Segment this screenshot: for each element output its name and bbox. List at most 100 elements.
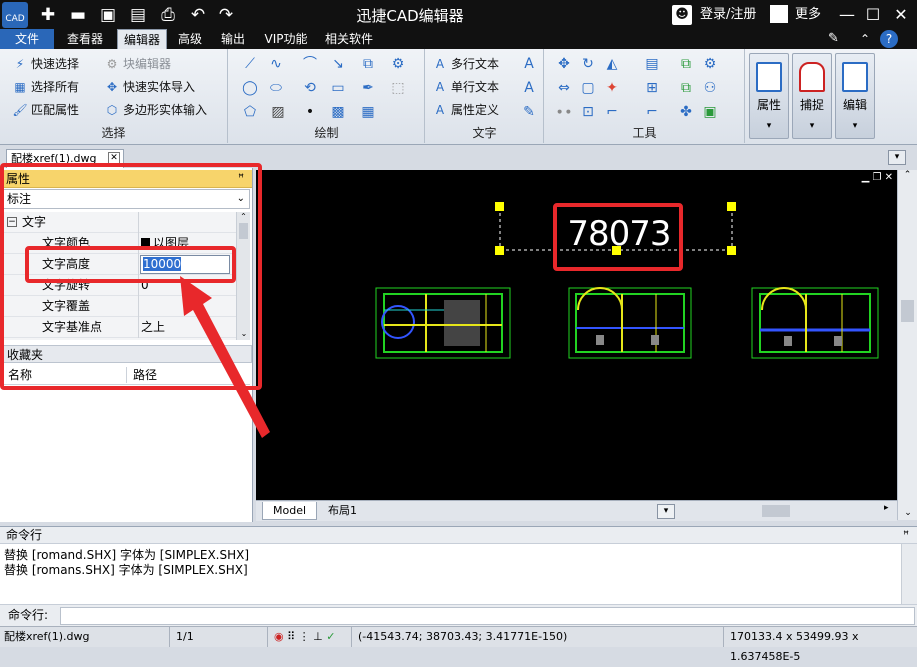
tab-advanced[interactable]: 高级 [172, 29, 208, 49]
polygon-draw-icon[interactable]: ⬠ [241, 103, 259, 121]
more-button[interactable]: 更多 [795, 4, 821, 26]
login-register-link[interactable]: 登录/注册 [700, 4, 756, 26]
circle-icon[interactable]: ◯ [241, 79, 259, 97]
color-picker-icon[interactable]: ✦ [603, 79, 621, 97]
command-input[interactable] [60, 607, 915, 625]
explode-icon[interactable]: ⚙ [701, 55, 719, 73]
line-icon[interactable]: ⟋ [241, 55, 259, 73]
pen-icon[interactable]: ✒ [359, 79, 377, 97]
mirror-icon[interactable]: ◭ [603, 55, 621, 73]
hatch-icon[interactable]: ▨ [269, 103, 287, 121]
floor-plan-1[interactable] [375, 287, 511, 359]
layer-icon[interactable]: ▤ [643, 55, 661, 73]
save-icon[interactable]: ▣ [97, 4, 119, 26]
polygon-entity-input-button[interactable]: ⬡ 多边形实体输入 [104, 100, 207, 120]
grip-handle[interactable] [727, 246, 736, 255]
tab-output[interactable]: 输出 [214, 29, 252, 49]
print-icon[interactable]: ⎙ [157, 4, 179, 26]
tab-layout-1[interactable]: 布局1 [318, 502, 367, 520]
tab-model[interactable]: Model [262, 502, 318, 520]
extend-icon[interactable]: ⌐ [643, 103, 661, 121]
polar-toggle-icon[interactable]: ⋮ [299, 630, 310, 643]
close-icon[interactable]: ✕ [890, 4, 912, 26]
mtext-button[interactable]: A 多行文本 [432, 54, 499, 74]
skin-icon[interactable]: ✎ [828, 31, 844, 47]
quick-entity-import-button[interactable]: ✥ 快速实体导入 [104, 77, 195, 97]
text-style-icon[interactable]: A [520, 55, 538, 73]
app-logo[interactable]: CAD [2, 2, 28, 28]
tab-editor[interactable]: 编辑器 [117, 29, 167, 49]
grip-handle[interactable] [727, 202, 736, 211]
command-scrollbar[interactable] [901, 544, 917, 604]
collapse-ribbon-icon[interactable]: ⌃ [860, 31, 876, 47]
measure-icon[interactable]: ∙∙ [555, 103, 573, 121]
scroll-down-icon[interactable]: ⌄ [898, 508, 917, 518]
group-icon[interactable]: ⧉ [677, 79, 695, 97]
new-file-icon[interactable]: ✚ [37, 4, 59, 26]
scale-icon[interactable]: ▢ [579, 79, 597, 97]
redo-icon[interactable]: ↷ [215, 4, 237, 26]
stretch-icon[interactable]: ⇔ [555, 79, 573, 97]
drawing-canvas[interactable]: ▁ ❐ ✕ 78073 [256, 170, 897, 500]
link-icon[interactable]: ⚇ [701, 79, 719, 97]
tab-viewer[interactable]: 查看器 [60, 29, 110, 49]
array-icon[interactable]: ⊞ [643, 79, 661, 97]
region-icon[interactable]: ⬚ [389, 79, 407, 97]
scroll-up-icon[interactable]: ⌃ [898, 170, 917, 186]
edit-attrib-icon[interactable]: ✤ [677, 103, 695, 121]
snap-big-button[interactable]: 捕捉 ▾ [792, 53, 832, 139]
rectangle-icon[interactable]: ▭ [329, 79, 347, 97]
snap-toggle-icon[interactable]: ◉ [274, 630, 284, 643]
quick-select-button[interactable]: ⚡ 快速选择 [12, 54, 79, 74]
fillet-icon[interactable]: ⌐ [603, 103, 621, 121]
grip-handle[interactable] [495, 202, 504, 211]
floor-plan-2[interactable] [568, 287, 692, 359]
move-icon[interactable]: ✥ [555, 55, 573, 73]
help-icon[interactable]: ? [880, 30, 898, 48]
scroll-right-icon[interactable]: ▸ [884, 503, 889, 513]
floor-plan-3[interactable] [751, 287, 879, 359]
polyline-icon[interactable]: ∿ [267, 55, 285, 73]
rotate-shape-icon[interactable]: ⟲ [301, 79, 319, 97]
select-all-button[interactable]: ▦ 选择所有 [12, 77, 79, 97]
minimize-icon[interactable]: — [836, 4, 858, 26]
table-icon[interactable]: ▦ [359, 103, 377, 121]
tab-vip[interactable]: VIP功能 [258, 29, 314, 49]
arc-icon[interactable]: ⌒ [301, 55, 319, 73]
ortho-toggle-icon[interactable]: ⊥ [313, 630, 323, 643]
single-line-text-button[interactable]: A 单行文本 [432, 77, 499, 97]
grip-handle[interactable] [495, 246, 504, 255]
point-icon[interactable]: • [301, 103, 319, 121]
image-icon[interactable]: ▩ [329, 103, 347, 121]
tab-file[interactable]: 文件 [0, 29, 54, 49]
lineweight-toggle-icon[interactable]: ✓ [326, 630, 335, 643]
edit-big-button[interactable]: 编辑 ▾ [835, 53, 875, 139]
properties-big-button[interactable]: 属性 ▾ [749, 53, 789, 139]
text-edit-icon[interactable]: ✎ [520, 103, 538, 121]
attribute-definition-button[interactable]: A 属性定义 [432, 100, 499, 120]
save-as-icon[interactable]: ▤ [127, 4, 149, 26]
layout-dropdown-icon[interactable]: ▾ [657, 504, 675, 519]
grid-toggle-icon[interactable]: ⠿ [287, 630, 295, 643]
more-apps-icon[interactable] [770, 5, 788, 23]
ellipse-icon[interactable]: ⬭ [267, 79, 285, 97]
user-icon[interactable]: ☻ [672, 5, 692, 25]
tab-related-software[interactable]: 相关软件 [318, 29, 380, 49]
undo-icon[interactable]: ↶ [187, 4, 209, 26]
tabs-dropdown-icon[interactable]: ▾ [888, 150, 906, 165]
maximize-icon[interactable]: ☐ [862, 4, 884, 26]
copy-icon[interactable]: ⧉ [677, 55, 695, 73]
canvas-vertical-scrollbar[interactable]: ⌃ ⌄ [897, 170, 917, 520]
block-editor-button[interactable]: ⚙ 块编辑器 [104, 54, 171, 74]
hatch-tools-icon[interactable]: ⚙ [389, 55, 407, 73]
rotate-icon[interactable]: ↻ [579, 55, 597, 73]
match-properties-button[interactable]: 🖌 匹配属性 [12, 100, 79, 120]
trim-icon[interactable]: ⊡ [579, 103, 597, 121]
scroll-thumb[interactable] [901, 300, 914, 322]
insert-block-icon[interactable]: ⧉ [359, 55, 377, 73]
spline-icon[interactable]: ↘ [329, 55, 347, 73]
pin-icon[interactable]: ꟸ [903, 527, 909, 544]
match-icon[interactable]: ▣ [701, 103, 719, 121]
open-folder-icon[interactable]: ▬ [67, 4, 89, 26]
text-align-icon[interactable]: A [520, 79, 538, 97]
